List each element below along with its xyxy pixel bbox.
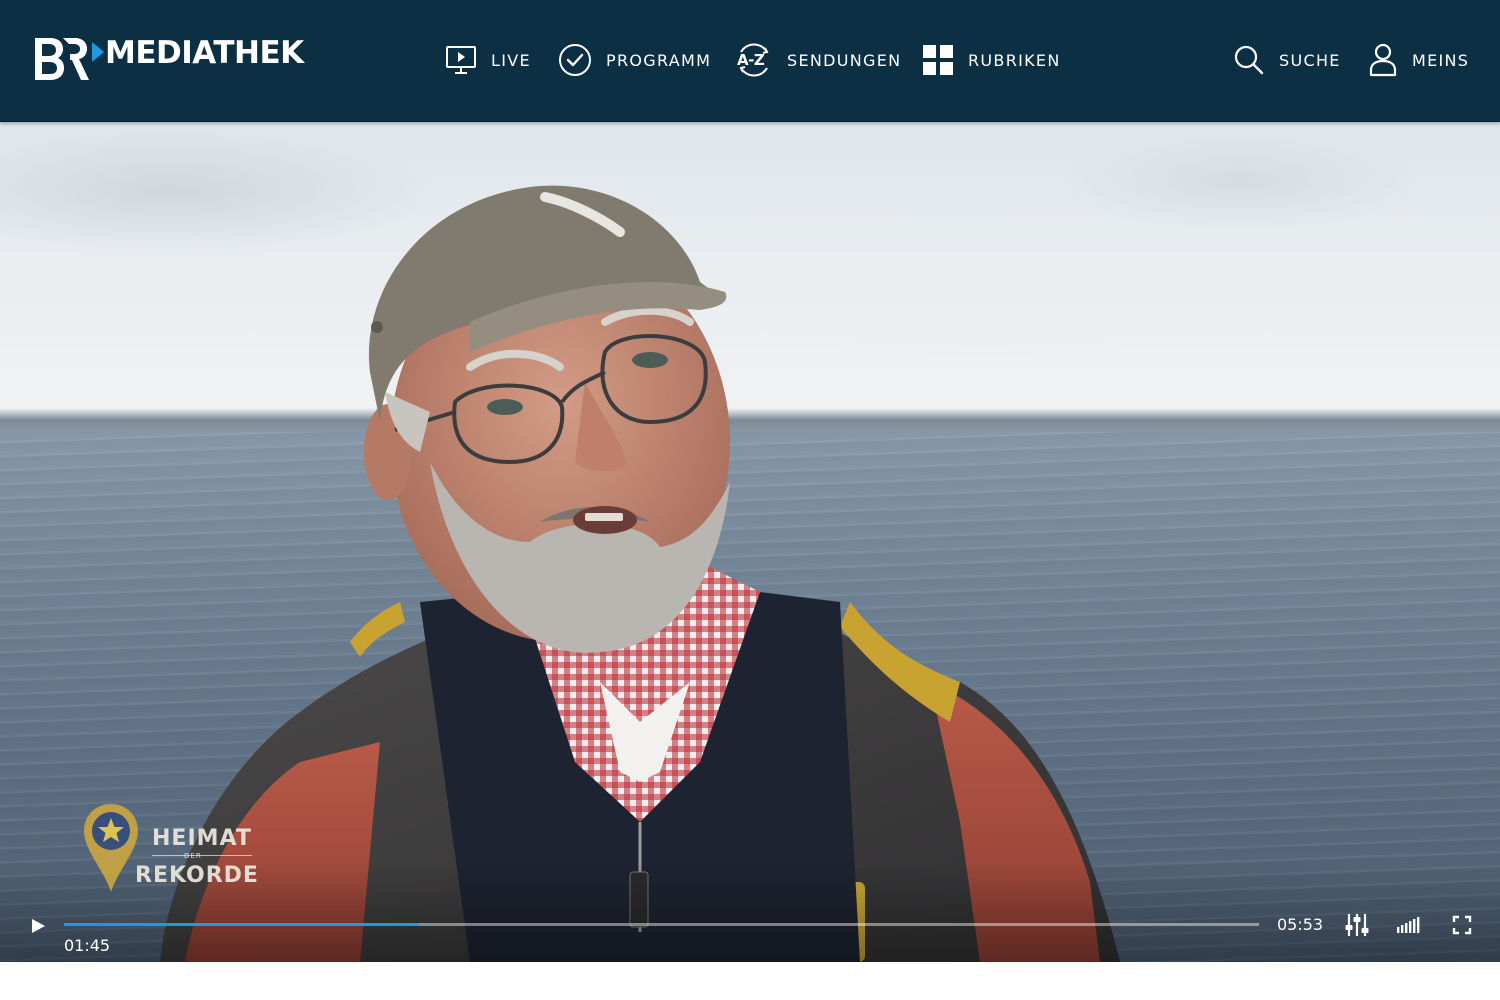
watermark-rule — [152, 855, 252, 856]
tv-play-icon — [445, 44, 477, 76]
nav-programm[interactable]: PROGRAMM — [558, 43, 711, 77]
nav-rubriken-label: RUBRIKEN — [968, 50, 1061, 70]
search-button[interactable]: SUCHE — [1233, 43, 1341, 77]
nav-live[interactable]: LIVE — [445, 43, 531, 77]
br-logo-icon — [35, 38, 89, 80]
nav-programm-label: PROGRAMM — [606, 50, 712, 70]
player-controls: 01:45 05:53 — [0, 902, 1500, 962]
video-player[interactable]: HEIMAT DER REKORDE 01:45 05:53 — [0, 122, 1500, 962]
br-accent-icon — [92, 42, 104, 62]
logo-title: MEDIATHEK — [105, 35, 304, 71]
a-z-icon-text: A-Z — [737, 51, 765, 69]
settings-button[interactable] — [1344, 912, 1370, 938]
play-icon — [32, 919, 45, 933]
watermark-line1: HEIMAT — [152, 826, 252, 851]
progress-fill — [64, 923, 419, 926]
search-label: SUCHE — [1279, 50, 1341, 70]
fullscreen-button[interactable] — [1451, 912, 1473, 938]
clock-icon — [558, 43, 592, 77]
settings-sliders-icon — [1345, 914, 1369, 936]
fullscreen-icon — [1452, 915, 1472, 935]
volume-button[interactable] — [1396, 912, 1422, 938]
progress-bar[interactable] — [64, 923, 1259, 926]
total-time: 05:53 — [1277, 915, 1324, 934]
nav-live-label: LIVE — [491, 50, 531, 70]
search-icon — [1233, 44, 1265, 76]
show-watermark: HEIMAT DER REKORDE — [82, 802, 272, 897]
watermark-line2: REKORDE — [135, 863, 259, 888]
play-button[interactable] — [28, 916, 48, 936]
a-z-icon: A-Z — [735, 43, 773, 77]
meins-button[interactable]: MEINS — [1368, 43, 1469, 77]
volume-bars-icon — [1397, 917, 1420, 933]
nav-rubriken[interactable]: RUBRIKEN — [922, 43, 1061, 77]
br-mediathek-logo[interactable]: MEDIATHEK — [31, 34, 304, 86]
current-time: 01:45 — [64, 936, 111, 955]
watermark-small: DER — [184, 852, 202, 860]
meins-label: MEINS — [1412, 50, 1470, 70]
site-header: MEDIATHEK LIVE PROGRAMM A-Z SENDUNGEN RU… — [0, 0, 1500, 122]
nav-sendungen-label: SENDUNGEN — [787, 50, 902, 70]
grid-icon — [922, 44, 954, 76]
nav-sendungen[interactable]: A-Z SENDUNGEN — [735, 43, 901, 77]
map-pin-star-icon — [84, 804, 138, 892]
user-icon — [1368, 43, 1398, 77]
